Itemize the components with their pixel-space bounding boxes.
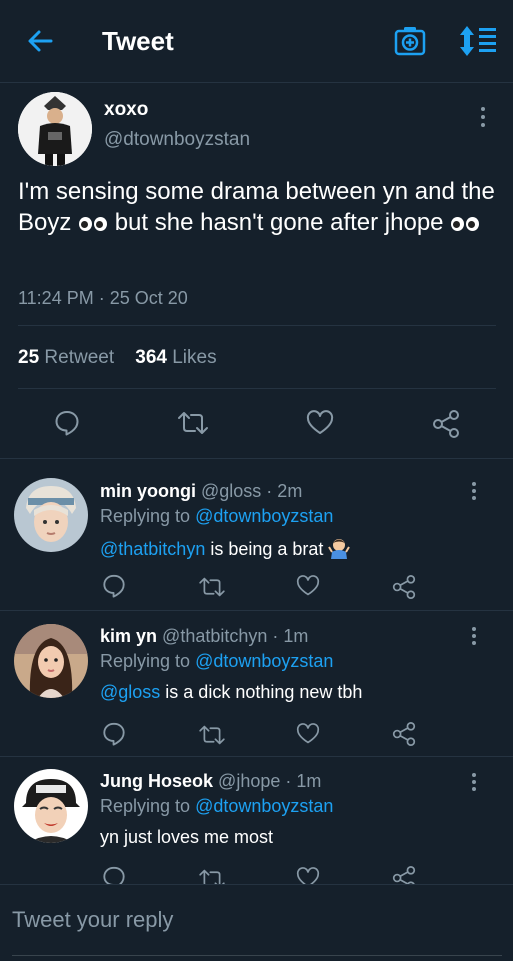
reply-author-name[interactable]: min yoongi [100, 481, 196, 501]
eyes-emoji-icon [450, 215, 480, 231]
eyes-emoji-icon [78, 215, 108, 231]
retweet-count[interactable]: 25 [18, 347, 39, 368]
replying-to: Replying to @dtownboyzstan [100, 506, 334, 526]
reply-author-handle[interactable]: @jhope · 1m [218, 771, 321, 791]
reply-composer: Tweet your reply [0, 884, 513, 961]
reply-header: kim yn @thatbitchyn · 1m [100, 626, 308, 647]
reply-text: @gloss is a dick nothing new tbh [100, 682, 363, 702]
divider [0, 610, 513, 611]
sort-arrows-icon[interactable] [458, 25, 498, 57]
reply-text: @thatbitchyn is being a brat [100, 537, 351, 564]
replying-to-link[interactable]: @dtownboyzstan [195, 506, 333, 526]
camera-plus-icon[interactable] [394, 26, 426, 56]
reply-author-name[interactable]: kim yn [100, 626, 157, 646]
replying-to: Replying to @dtownboyzstan [100, 796, 334, 816]
avatar[interactable] [14, 478, 88, 552]
top-bar: Tweet [0, 0, 513, 83]
reply-input[interactable]: Tweet your reply [12, 907, 173, 933]
likes-count[interactable]: 364 [135, 347, 167, 368]
likes-label[interactable]: Likes [172, 347, 216, 368]
share-icon[interactable] [392, 722, 416, 746]
mention-link[interactable]: @gloss [100, 682, 160, 702]
more-options-icon[interactable] [470, 772, 478, 794]
mention-link[interactable]: @thatbitchyn [100, 539, 205, 559]
reply-author-handle[interactable]: @gloss · 2m [201, 481, 302, 501]
reply-icon[interactable] [54, 410, 80, 436]
like-icon[interactable] [296, 723, 320, 745]
reply-header: min yoongi @gloss · 2m [100, 481, 302, 502]
reply-icon[interactable] [102, 722, 126, 746]
avatar[interactable] [14, 624, 88, 698]
shrug-emoji-icon [328, 537, 351, 564]
avatar[interactable] [14, 769, 88, 843]
tweet-timestamp: 11:24 PM · 25 Oct 20 [18, 288, 188, 308]
share-icon[interactable] [432, 410, 460, 438]
retweet-icon[interactable] [198, 724, 226, 746]
input-underline [12, 955, 502, 956]
tweet-stats: 25 Retweet 364 Likes [18, 347, 217, 369]
reply-text: yn just loves me most [100, 827, 274, 847]
author-handle[interactable]: @dtownboyzstan [104, 129, 250, 151]
divider [18, 388, 496, 389]
page-title: Tweet [102, 26, 174, 56]
divider [18, 325, 496, 326]
reply-header: Jung Hoseok @jhope · 1m [100, 771, 321, 792]
replying-to: Replying to @dtownboyzstan [100, 651, 334, 671]
divider [0, 756, 513, 757]
like-icon[interactable] [296, 575, 320, 597]
tweet-text: I'm sensing some drama between yn and th… [18, 178, 495, 236]
arrow-left-icon[interactable] [26, 27, 54, 55]
divider [0, 458, 513, 459]
avatar[interactable] [18, 92, 92, 166]
replying-to-link[interactable]: @dtownboyzstan [195, 796, 333, 816]
more-options-icon[interactable] [470, 626, 478, 648]
share-icon[interactable] [392, 575, 416, 599]
retweet-icon[interactable] [177, 410, 209, 436]
like-icon[interactable] [306, 410, 334, 436]
more-options-icon[interactable] [470, 481, 478, 503]
author-name[interactable]: xoxo [104, 99, 148, 121]
reply-author-handle[interactable]: @thatbitchyn · 1m [162, 626, 308, 646]
retweet-label[interactable]: Retweet [44, 347, 114, 368]
replying-to-link[interactable]: @dtownboyzstan [195, 651, 333, 671]
more-options-icon[interactable] [479, 106, 487, 128]
reply-author-name[interactable]: Jung Hoseok [100, 771, 213, 791]
retweet-icon[interactable] [198, 576, 226, 598]
reply-icon[interactable] [102, 574, 126, 598]
